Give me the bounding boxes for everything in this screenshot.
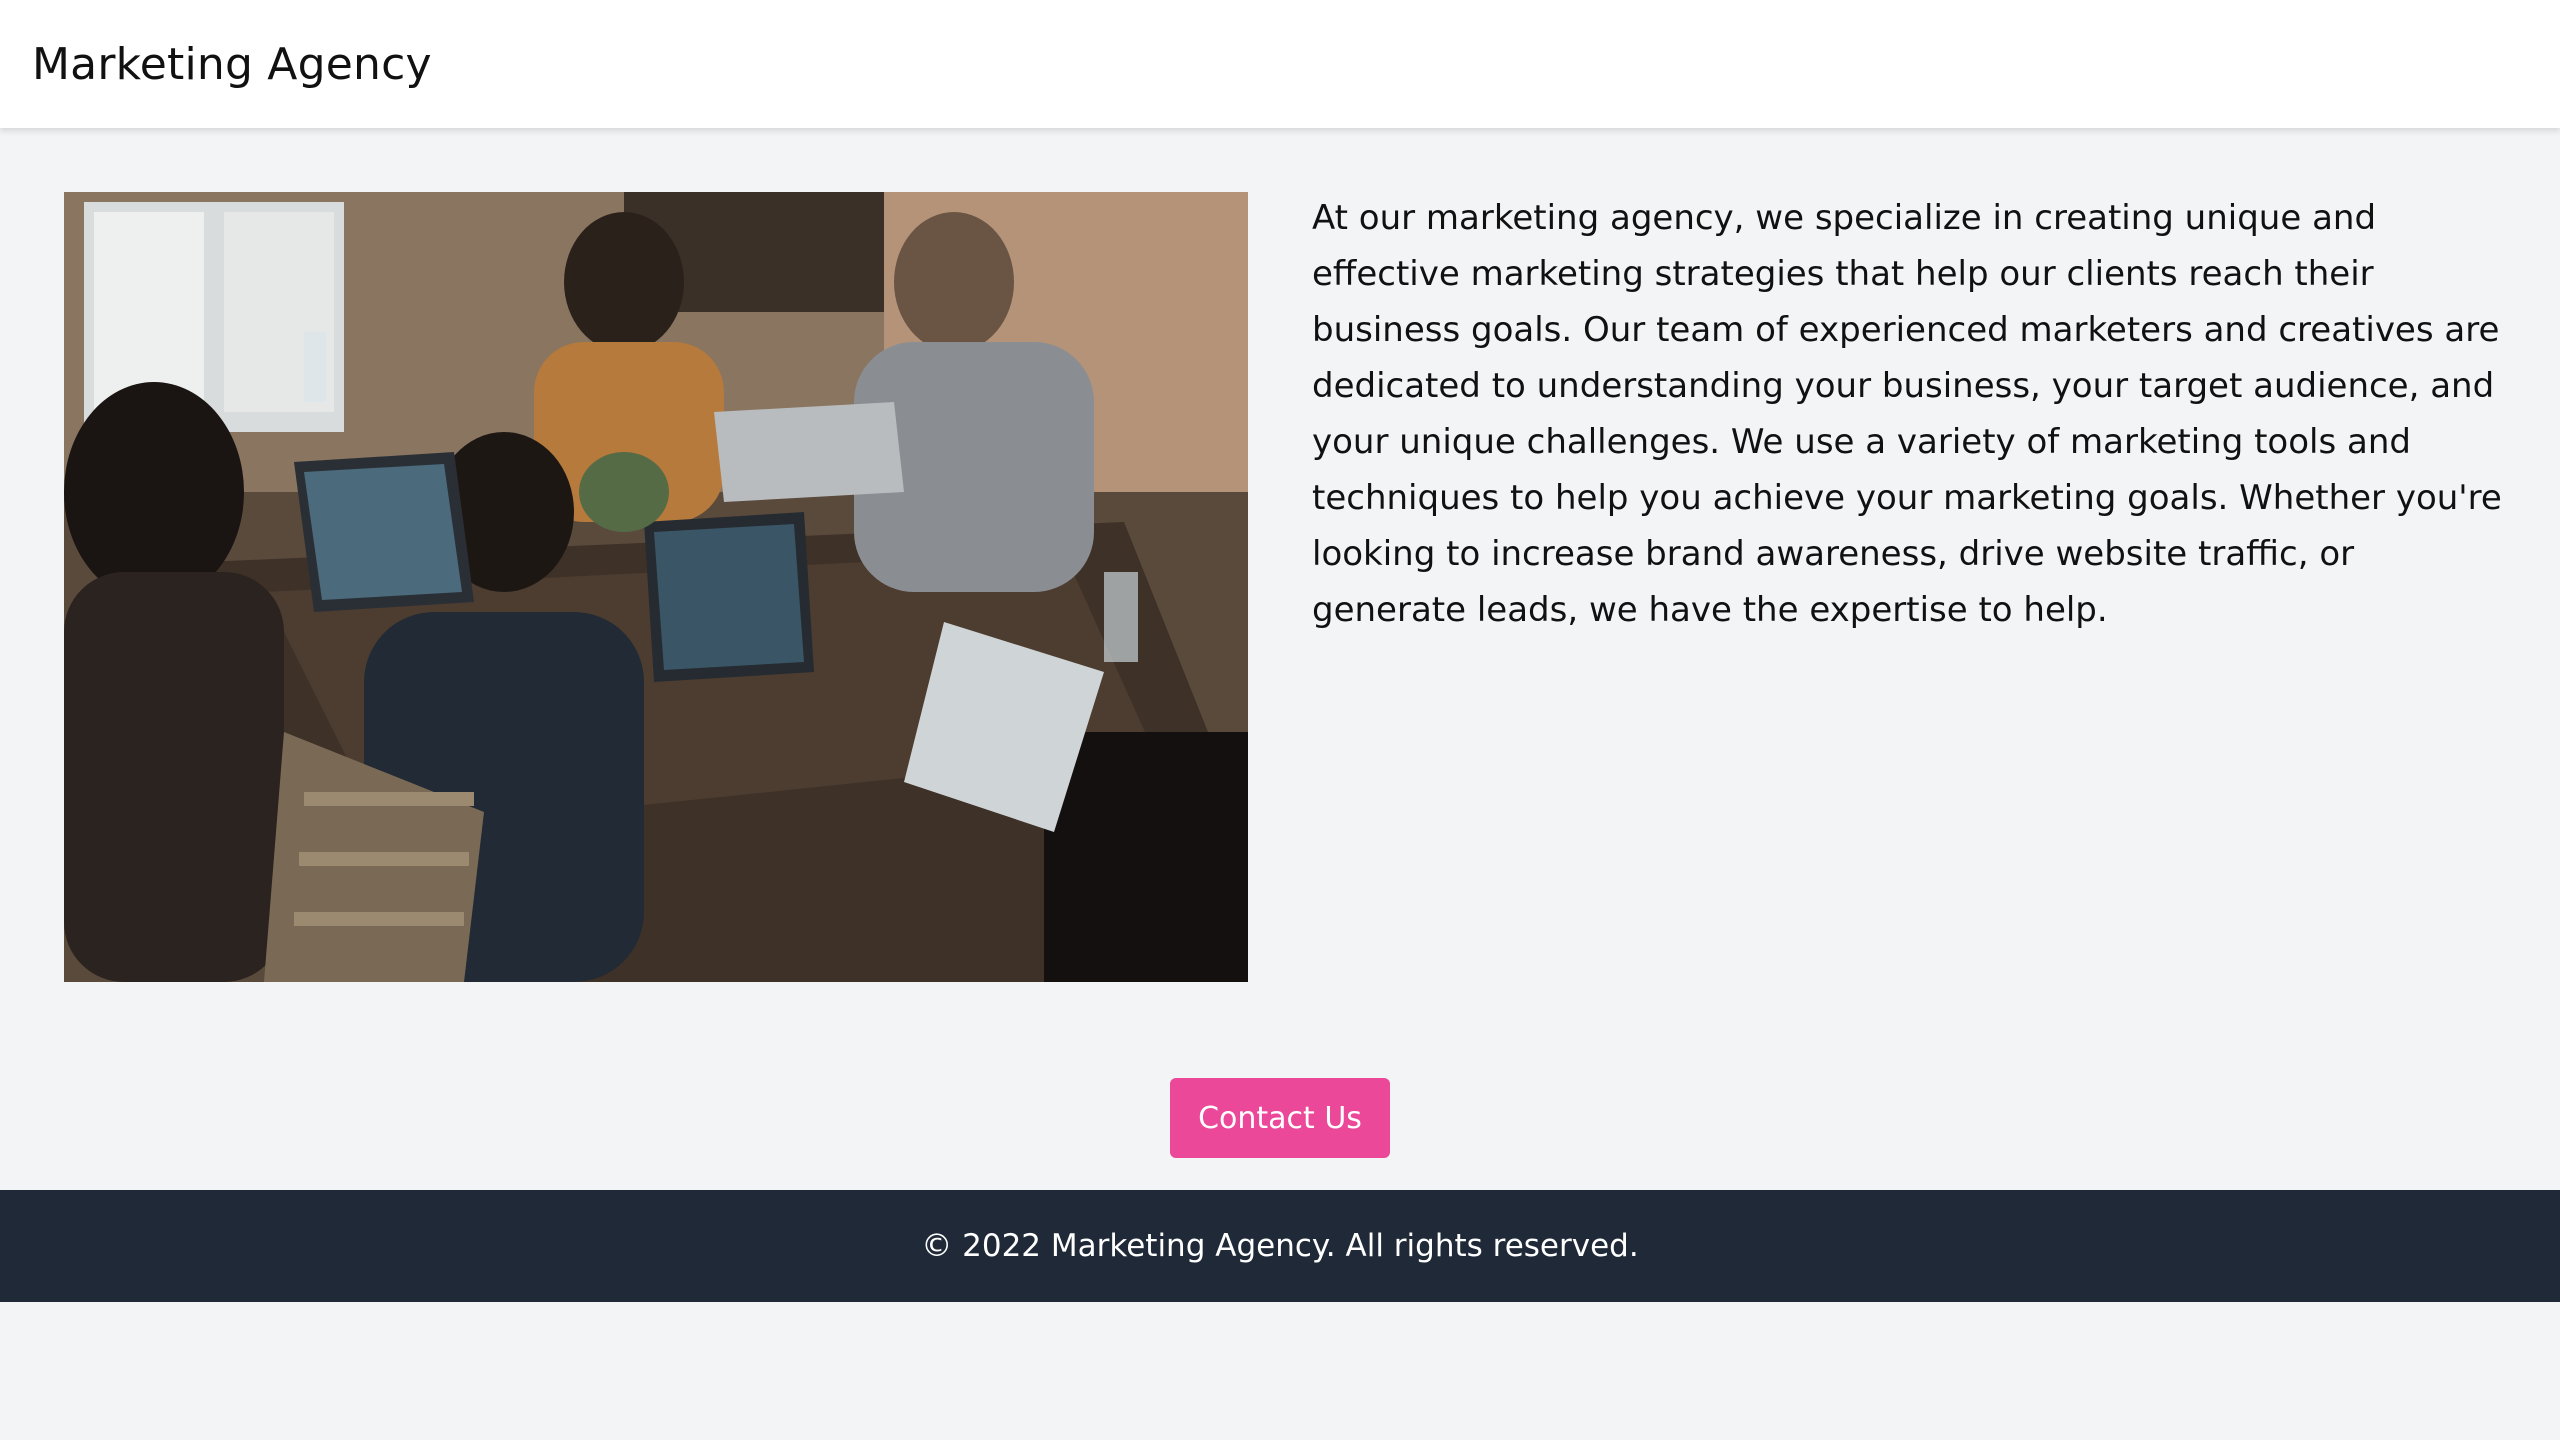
agency-description: At our marketing agency, we specialize i… [1312, 198, 2502, 630]
navbar: Marketing Agency [0, 0, 2560, 128]
footer: © 2022 Marketing Agency. All rights rese… [0, 1190, 2560, 1302]
copyright-text: © 2022 Marketing Agency. All rights rese… [921, 1228, 1639, 1264]
hero-image [64, 192, 1248, 982]
contact-us-button[interactable]: Contact Us [1170, 1078, 1390, 1158]
team-photo-illustration [64, 192, 1248, 982]
brand-title[interactable]: Marketing Agency [32, 39, 432, 90]
